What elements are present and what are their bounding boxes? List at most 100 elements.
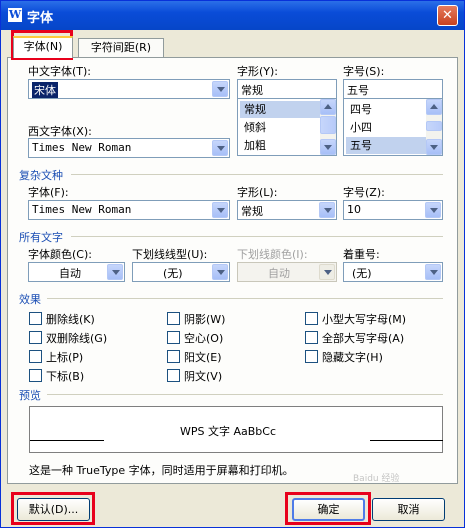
complex-font-select[interactable]: Times New Roman [28,200,230,220]
style-label: 字形(Y): [237,65,279,78]
scroll-down-icon[interactable] [320,139,336,155]
complex-size-select[interactable]: 10 [343,200,443,220]
default-button[interactable]: 默认(D)... [17,498,90,521]
style-list[interactable]: 常规 倾斜 加粗 [237,98,337,156]
section-divider [71,174,443,175]
shadow-checkbox[interactable] [167,312,180,325]
list-item[interactable]: 倾斜 [240,119,320,136]
scroll-thumb[interactable] [426,121,442,131]
wps-app-icon: W [8,8,22,22]
font-color-select[interactable]: 自动 [28,262,125,282]
style-input[interactable]: 常规 [237,79,337,99]
hidden-text-checkbox[interactable] [305,350,318,363]
engrave-label: 阴文(V) [184,370,223,383]
section-divider [71,236,443,237]
superscript-label: 上标(P) [46,351,84,364]
superscript-checkbox[interactable] [29,350,42,363]
all-caps-checkbox[interactable] [305,331,318,344]
outline-label: 空心(O) [184,332,224,345]
chevron-down-icon[interactable] [107,264,123,280]
list-item[interactable]: 四号 [346,101,426,118]
chevron-down-icon[interactable] [425,202,441,218]
complex-font-label: 字体(F): [28,186,69,199]
tab-character-spacing[interactable]: 字符间距(R) [78,38,164,58]
close-button[interactable]: ✕ [437,5,458,26]
preview-baseline-right [370,440,443,441]
outline-checkbox[interactable] [167,331,180,344]
subscript-checkbox[interactable] [29,369,42,382]
chevron-down-icon[interactable] [212,81,228,97]
complex-size-label: 字号(Z): [343,186,385,199]
shadow-label: 阴影(W) [184,313,226,326]
emphasis-select[interactable]: (无) [343,262,443,282]
section-divider [47,394,443,395]
size-label: 字号(S): [343,65,385,78]
size-scrollbar[interactable] [426,99,442,155]
western-font-select[interactable]: Times New Roman [28,138,230,158]
complex-style-value: 常规 [241,205,263,218]
engrave-checkbox[interactable] [167,369,180,382]
western-font-value: Times New Roman [32,141,132,154]
section-divider [47,298,443,299]
scroll-down-icon[interactable] [426,139,442,155]
list-item[interactable]: 五号 [346,137,426,154]
scroll-up-icon[interactable] [320,99,336,115]
emboss-checkbox[interactable] [167,350,180,363]
double-strikethrough-label: 双删除线(G) [46,332,108,345]
small-caps-checkbox[interactable] [305,312,318,325]
all-caps-label: 全部大写字母(A) [322,332,405,345]
complex-style-label: 字形(L): [237,186,278,199]
complex-font-value: Times New Roman [32,203,132,216]
strikethrough-label: 删除线(K) [46,313,95,326]
complex-size-value: 10 [347,203,361,216]
font-color-value: 自动 [59,267,81,280]
size-list[interactable]: 四号 小四 五号 [343,98,443,156]
chinese-font-select[interactable]: 宋体 [28,79,230,99]
chinese-font-value: 宋体 [32,82,58,98]
list-item[interactable]: 常规 [240,101,320,118]
size-input[interactable]: 五号 [343,79,443,99]
chevron-down-icon [319,264,335,280]
font-dialog: W 字体 ✕ 字体(N) 字符间距(R) 中文字体(T): 宋体 字形(Y): … [0,0,465,528]
preview-sample-text: WPS 文字 AaBbCc [180,425,277,438]
preview-description: 这是一种 TrueType 字体，同时适用于屏幕和打印机。 [29,464,294,477]
tab-font[interactable]: 字体(N) [13,36,73,58]
preview-section-heading: 预览 [19,389,41,402]
double-strikethrough-checkbox[interactable] [29,331,42,344]
chinese-font-label: 中文字体(T): [28,65,92,78]
list-item[interactable]: 小四 [346,119,426,136]
font-color-label: 字体颜色(C): [28,248,92,261]
preview-box: WPS 文字 AaBbCc [29,406,443,453]
underline-type-select[interactable]: (无) [132,262,230,282]
scroll-up-icon[interactable] [426,99,442,115]
emphasis-label: 着重号: [343,248,380,261]
chevron-down-icon[interactable] [425,264,441,280]
complex-section-heading: 复杂文种 [19,169,63,182]
complex-style-select[interactable]: 常规 [237,200,337,220]
underline-type-label: 下划线线型(U): [132,248,208,261]
subscript-label: 下标(B) [46,370,85,383]
hidden-text-label: 隐藏文字(H) [322,351,383,364]
chevron-down-icon[interactable] [212,202,228,218]
list-item[interactable]: 加粗 [240,137,320,154]
size-input-value: 五号 [347,84,369,97]
emphasis-value: (无) [352,267,372,280]
underline-color-value: 自动 [268,267,290,280]
scroll-thumb[interactable] [320,116,336,134]
underline-color-label: 下划线颜色(I): [237,248,308,261]
all-text-section-heading: 所有文字 [19,231,63,244]
small-caps-label: 小型大写字母(M) [322,313,407,326]
chevron-down-icon[interactable] [212,264,228,280]
style-input-value: 常规 [241,84,263,97]
strikethrough-checkbox[interactable] [29,312,42,325]
effects-section-heading: 效果 [19,293,41,306]
watermark: Baidu 经验 [353,474,400,484]
preview-baseline-left [30,440,104,441]
chevron-down-icon[interactable] [212,140,228,156]
window-title: 字体 [27,11,54,26]
chevron-down-icon[interactable] [319,202,335,218]
underline-color-select: 自动 [237,262,337,282]
style-scrollbar[interactable] [320,99,336,155]
western-font-label: 西文字体(X): [28,125,92,138]
title-bar[interactable]: W 字体 ✕ [1,1,464,30]
